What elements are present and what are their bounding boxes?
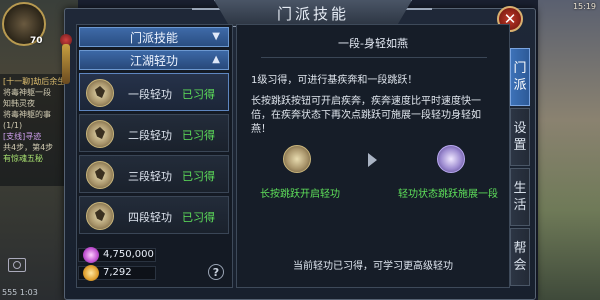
skill-icon-1 <box>86 79 114 107</box>
demo-caption-left: 长按跳跃开启轻功 <box>260 189 340 200</box>
skill-detail-title: 一段-身轻如燕 <box>338 37 408 50</box>
skill-icon-4 <box>86 202 114 230</box>
gold-icon <box>83 265 99 281</box>
game-scene-right <box>538 0 600 300</box>
skill-row-2[interactable]: 二段轻功 已习得 <box>79 114 229 152</box>
tab-settings[interactable]: 设 置 <box>510 108 530 166</box>
tab-life-char-2: 活 <box>513 198 527 213</box>
ornament-decoration <box>62 44 70 84</box>
tab-sect-char-2: 派 <box>513 78 527 93</box>
tab-lightness-skills-label: 江湖轻功 <box>129 53 178 68</box>
sprint-skill-icon <box>283 145 311 173</box>
tab-sect-skills[interactable]: 门派技能 ▼ <box>79 27 229 47</box>
tab-guild-char-1: 帮 <box>513 241 527 256</box>
skill-detail-panel: 一段-身轻如燕 1级习得，可进行基疾奔和一段跳跃！ 长按跳跃按钮可开启疾奔，疾奔… <box>236 24 510 288</box>
skill-name: 三段轻功 <box>128 170 172 183</box>
tab-settings-char-1: 设 <box>513 121 527 136</box>
tab-life-char-1: 生 <box>513 181 527 196</box>
tab-sect-skills-label: 门派技能 <box>129 30 178 45</box>
title-decoration-right <box>404 8 432 10</box>
skill-row-3[interactable]: 三段轻功 已习得 <box>79 155 229 193</box>
skill-detail-description: 长按跳跃按钮可开启疾奔，疾奔速度比平时速度快一倍，在疾奔状态下再次点跳跃可施展一… <box>251 96 481 135</box>
skill-status: 已习得 <box>182 129 215 142</box>
camera-icon[interactable] <box>8 258 26 272</box>
tab-life[interactable]: 生 活 <box>510 168 530 226</box>
jump-skill-icon <box>437 145 465 173</box>
skill-icon-3 <box>86 161 114 189</box>
chevron-up-icon: ▲ <box>212 54 220 65</box>
chevron-down-icon: ▼ <box>212 31 220 42</box>
skill-icon-2 <box>86 120 114 148</box>
window-title: 门派技能 <box>214 0 412 27</box>
currency-gems: 4,750,000 <box>78 247 156 263</box>
tab-lightness-skills[interactable]: 江湖轻功 ▲ <box>79 50 229 70</box>
skill-row-1[interactable]: 一段轻功 已习得 <box>79 73 229 111</box>
help-button[interactable]: ? <box>208 264 224 280</box>
arrow-right-icon <box>368 153 377 167</box>
currency-gems-value: 4,750,000 <box>103 249 154 260</box>
skill-name: 二段轻功 <box>128 129 172 142</box>
skill-name: 四段轻功 <box>128 211 172 224</box>
currency-gold: 7,292 <box>78 265 156 281</box>
tab-guild[interactable]: 帮 会 <box>510 228 530 286</box>
tab-guild-char-2: 会 <box>513 258 527 273</box>
skill-name: 一段轻功 <box>128 88 172 101</box>
clock-time: 15:19 <box>572 2 596 11</box>
tab-sect[interactable]: 门 派 <box>510 48 530 106</box>
currency-gold-value: 7,292 <box>103 267 132 278</box>
skill-row-4[interactable]: 四段轻功 已习得 <box>79 196 229 234</box>
gem-icon <box>83 247 99 263</box>
demo-caption-right: 轻功状态跳跃施展一段 <box>398 189 498 200</box>
skill-detail-subtitle: 1级习得，可进行基疾奔和一段跳跃！ <box>251 75 418 86</box>
skill-status: 已习得 <box>182 170 215 183</box>
skill-status: 已习得 <box>182 88 215 101</box>
tab-settings-char-2: 置 <box>513 138 527 153</box>
skill-status: 已习得 <box>182 211 215 224</box>
divider <box>261 57 487 58</box>
player-level: 70 <box>30 36 43 46</box>
skill-detail-footer: 当前轻功已习得，可学习更高级轻功 <box>293 261 453 272</box>
title-decoration-left <box>192 8 220 10</box>
tab-sect-char-1: 门 <box>513 61 527 76</box>
